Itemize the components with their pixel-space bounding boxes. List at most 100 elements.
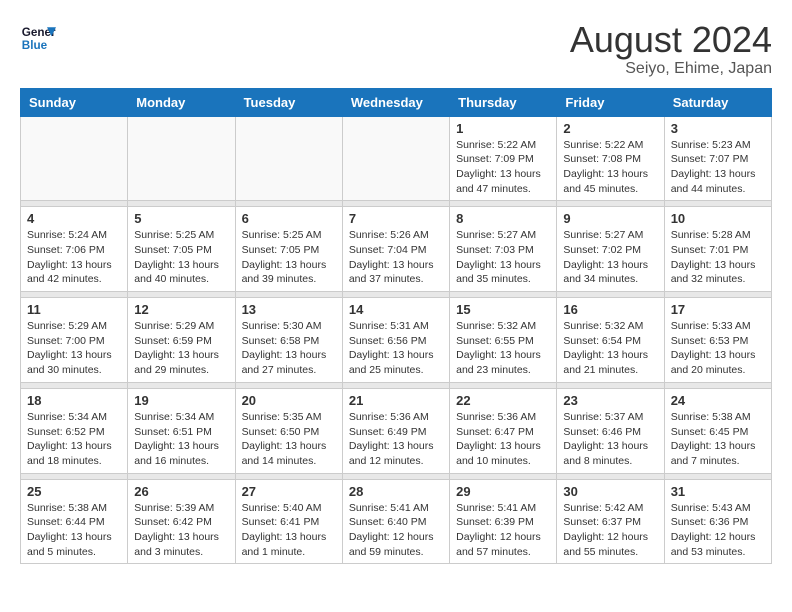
calendar-cell: 20 Sunrise: 5:35 AM Sunset: 6:50 PM Dayli… <box>235 388 342 473</box>
month-year: August 2024 <box>570 20 772 60</box>
column-header-tuesday: Tuesday <box>235 88 342 116</box>
calendar-cell: 24Sunrise: 5:38 AM Sunset: 6:45 PM Dayli… <box>664 388 771 473</box>
day-number: 8 <box>456 211 550 226</box>
day-number: 21 <box>349 393 443 408</box>
calendar-cell: 8 Sunrise: 5:27 AM Sunset: 7:03 PM Daylig… <box>450 207 557 292</box>
calendar-cell: 21 Sunrise: 5:36 AM Sunset: 6:49 PM Dayli… <box>342 388 449 473</box>
day-number: 17 <box>671 302 765 317</box>
calendar-cell: 5 Sunrise: 5:25 AM Sunset: 7:05 PM Daylig… <box>128 207 235 292</box>
title-block: August 2024 Seiyo, Ehime, Japan <box>570 20 772 78</box>
calendar-cell: 2 Sunrise: 5:22 AM Sunset: 7:08 PM Daylig… <box>557 116 664 201</box>
calendar-cell: 28 Sunrise: 5:41 AM Sunset: 6:40 PM Dayli… <box>342 479 449 564</box>
day-info: Sunrise: 5:35 AM Sunset: 6:50 PM Dayligh… <box>242 410 336 469</box>
day-info: Sunrise: 5:41 AM Sunset: 6:40 PM Dayligh… <box>349 501 443 560</box>
day-number: 25 <box>27 484 121 499</box>
calendar-cell <box>342 116 449 201</box>
day-info: Sunrise: 5:27 AM Sunset: 7:02 PM Dayligh… <box>563 228 657 287</box>
location: Seiyo, Ehime, Japan <box>570 60 772 78</box>
calendar-cell: 16 Sunrise: 5:32 AM Sunset: 6:54 PM Dayli… <box>557 298 664 383</box>
day-info: Sunrise: 5:25 AM Sunset: 7:05 PM Dayligh… <box>134 228 228 287</box>
day-info: Sunrise: 5:36 AM Sunset: 6:49 PM Dayligh… <box>349 410 443 469</box>
calendar-cell <box>128 116 235 201</box>
day-number: 9 <box>563 211 657 226</box>
day-number: 28 <box>349 484 443 499</box>
day-info: Sunrise: 5:32 AM Sunset: 6:54 PM Dayligh… <box>563 319 657 378</box>
day-info: Sunrise: 5:29 AM Sunset: 7:00 PM Dayligh… <box>27 319 121 378</box>
day-number: 10 <box>671 211 765 226</box>
column-header-wednesday: Wednesday <box>342 88 449 116</box>
calendar-week-3: 11 Sunrise: 5:29 AM Sunset: 7:00 PM Dayli… <box>21 298 772 383</box>
calendar: SundayMondayTuesdayWednesdayThursdayFrid… <box>20 88 772 565</box>
day-info: Sunrise: 5:41 AM Sunset: 6:39 PM Dayligh… <box>456 501 550 560</box>
day-number: 30 <box>563 484 657 499</box>
svg-text:Blue: Blue <box>22 39 48 52</box>
day-number: 1 <box>456 121 550 136</box>
day-info: Sunrise: 5:32 AM Sunset: 6:55 PM Dayligh… <box>456 319 550 378</box>
page-header: General Blue August 2024 Seiyo, Ehime, J… <box>20 20 772 78</box>
calendar-cell: 9 Sunrise: 5:27 AM Sunset: 7:02 PM Daylig… <box>557 207 664 292</box>
day-info: Sunrise: 5:43 AM Sunset: 6:36 PM Dayligh… <box>671 501 765 560</box>
calendar-cell: 13Sunrise: 5:30 AM Sunset: 6:58 PM Dayli… <box>235 298 342 383</box>
calendar-cell: 26 Sunrise: 5:39 AM Sunset: 6:42 PM Dayli… <box>128 479 235 564</box>
calendar-week-5: 25 Sunrise: 5:38 AM Sunset: 6:44 PM Dayli… <box>21 479 772 564</box>
calendar-week-4: 18 Sunrise: 5:34 AM Sunset: 6:52 PM Dayli… <box>21 388 772 473</box>
day-number: 23 <box>563 393 657 408</box>
day-number: 26 <box>134 484 228 499</box>
day-number: 18 <box>27 393 121 408</box>
day-number: 16 <box>563 302 657 317</box>
day-number: 2 <box>563 121 657 136</box>
calendar-cell <box>21 116 128 201</box>
day-info: Sunrise: 5:26 AM Sunset: 7:04 PM Dayligh… <box>349 228 443 287</box>
calendar-cell: 19Sunrise: 5:34 AM Sunset: 6:51 PM Dayli… <box>128 388 235 473</box>
day-info: Sunrise: 5:33 AM Sunset: 6:53 PM Dayligh… <box>671 319 765 378</box>
day-number: 11 <box>27 302 121 317</box>
calendar-cell: 1 Sunrise: 5:22 AM Sunset: 7:09 PM Daylig… <box>450 116 557 201</box>
day-info: Sunrise: 5:29 AM Sunset: 6:59 PM Dayligh… <box>134 319 228 378</box>
calendar-week-1: 1 Sunrise: 5:22 AM Sunset: 7:09 PM Daylig… <box>21 116 772 201</box>
day-number: 4 <box>27 211 121 226</box>
day-number: 7 <box>349 211 443 226</box>
column-header-friday: Friday <box>557 88 664 116</box>
day-info: Sunrise: 5:22 AM Sunset: 7:08 PM Dayligh… <box>563 138 657 197</box>
day-number: 20 <box>242 393 336 408</box>
calendar-cell <box>235 116 342 201</box>
day-number: 24 <box>671 393 765 408</box>
day-info: Sunrise: 5:37 AM Sunset: 6:46 PM Dayligh… <box>563 410 657 469</box>
calendar-cell: 6 Sunrise: 5:25 AM Sunset: 7:05 PM Daylig… <box>235 207 342 292</box>
calendar-cell: 23 Sunrise: 5:37 AM Sunset: 6:46 PM Dayli… <box>557 388 664 473</box>
day-number: 6 <box>242 211 336 226</box>
calendar-cell: 31Sunrise: 5:43 AM Sunset: 6:36 PM Dayli… <box>664 479 771 564</box>
logo: General Blue <box>20 20 56 56</box>
calendar-cell: 4 Sunrise: 5:24 AM Sunset: 7:06 PM Daylig… <box>21 207 128 292</box>
day-info: Sunrise: 5:30 AM Sunset: 6:58 PM Dayligh… <box>242 319 336 378</box>
day-info: Sunrise: 5:25 AM Sunset: 7:05 PM Dayligh… <box>242 228 336 287</box>
day-number: 5 <box>134 211 228 226</box>
day-info: Sunrise: 5:38 AM Sunset: 6:44 PM Dayligh… <box>27 501 121 560</box>
calendar-cell: 10 Sunrise: 5:28 AM Sunset: 7:01 PM Dayli… <box>664 207 771 292</box>
calendar-cell: 30 Sunrise: 5:42 AM Sunset: 6:37 PM Dayli… <box>557 479 664 564</box>
day-info: Sunrise: 5:23 AM Sunset: 7:07 PM Dayligh… <box>671 138 765 197</box>
day-number: 22 <box>456 393 550 408</box>
calendar-cell: 22 Sunrise: 5:36 AM Sunset: 6:47 PM Dayli… <box>450 388 557 473</box>
day-number: 29 <box>456 484 550 499</box>
day-info: Sunrise: 5:31 AM Sunset: 6:56 PM Dayligh… <box>349 319 443 378</box>
day-info: Sunrise: 5:40 AM Sunset: 6:41 PM Dayligh… <box>242 501 336 560</box>
day-info: Sunrise: 5:27 AM Sunset: 7:03 PM Dayligh… <box>456 228 550 287</box>
calendar-cell: 14Sunrise: 5:31 AM Sunset: 6:56 PM Dayli… <box>342 298 449 383</box>
day-info: Sunrise: 5:39 AM Sunset: 6:42 PM Dayligh… <box>134 501 228 560</box>
day-info: Sunrise: 5:42 AM Sunset: 6:37 PM Dayligh… <box>563 501 657 560</box>
column-header-saturday: Saturday <box>664 88 771 116</box>
day-info: Sunrise: 5:28 AM Sunset: 7:01 PM Dayligh… <box>671 228 765 287</box>
calendar-cell: 18 Sunrise: 5:34 AM Sunset: 6:52 PM Dayli… <box>21 388 128 473</box>
calendar-cell: 27Sunrise: 5:40 AM Sunset: 6:41 PM Dayli… <box>235 479 342 564</box>
day-info: Sunrise: 5:34 AM Sunset: 6:52 PM Dayligh… <box>27 410 121 469</box>
day-number: 19 <box>134 393 228 408</box>
calendar-cell: 15Sunrise: 5:32 AM Sunset: 6:55 PM Dayli… <box>450 298 557 383</box>
column-header-monday: Monday <box>128 88 235 116</box>
day-info: Sunrise: 5:22 AM Sunset: 7:09 PM Dayligh… <box>456 138 550 197</box>
day-info: Sunrise: 5:36 AM Sunset: 6:47 PM Dayligh… <box>456 410 550 469</box>
column-header-thursday: Thursday <box>450 88 557 116</box>
day-number: 3 <box>671 121 765 136</box>
calendar-cell: 12Sunrise: 5:29 AM Sunset: 6:59 PM Dayli… <box>128 298 235 383</box>
day-info: Sunrise: 5:24 AM Sunset: 7:06 PM Dayligh… <box>27 228 121 287</box>
